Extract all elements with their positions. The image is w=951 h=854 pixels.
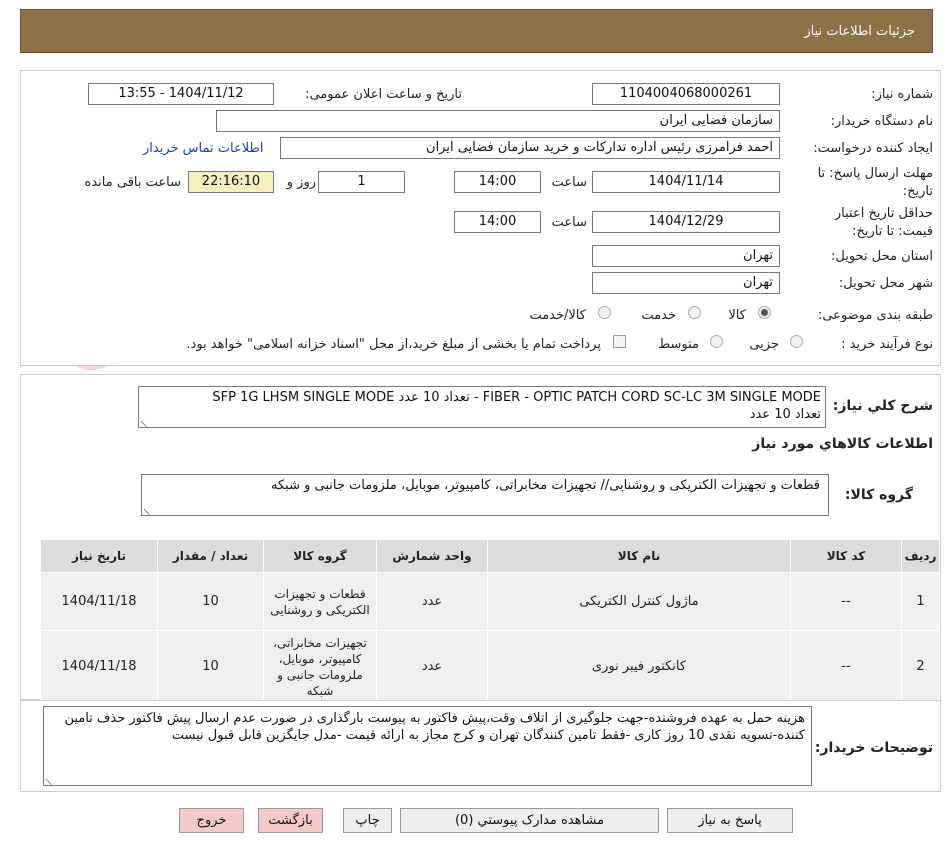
treasury-checkbox[interactable] bbox=[613, 335, 626, 348]
deadline-time-field: 14:00 bbox=[454, 171, 541, 193]
view-attachments-button[interactable]: مشاهده مدارک پیوستي (0) bbox=[400, 808, 659, 833]
table-row: 1 -- ماژول کنترل الکتریکی عدد قطعات و تج… bbox=[40, 572, 940, 631]
announce-field: 1404/11/12 - 13:55 bbox=[88, 83, 274, 105]
cell-row: 1 bbox=[901, 572, 940, 631]
col-row: رديف bbox=[901, 539, 940, 573]
process-medium-label: متوسط bbox=[658, 337, 699, 352]
cell-name: کانکتور فیبر نوری bbox=[487, 630, 791, 703]
process-partial-radio[interactable] bbox=[790, 335, 803, 348]
cell-unit: عدد bbox=[376, 572, 488, 631]
page-title: جزئیات اطلاعات نیاز bbox=[804, 24, 915, 39]
time-remaining-label: ساعت باقی مانده bbox=[84, 175, 181, 190]
need-number-field: 1104004068000261 bbox=[592, 83, 780, 105]
deadline-time-label: ساعت bbox=[551, 175, 587, 190]
cell-code: -- bbox=[790, 630, 902, 703]
back-button[interactable]: بازگشت bbox=[258, 808, 323, 833]
group-textarea[interactable]: قطعات و تجهیزات الکتریکی و روشنایی// تجه… bbox=[141, 474, 829, 516]
days-label: روز و bbox=[286, 175, 316, 190]
price-validity-date-field: 1404/12/29 bbox=[592, 211, 780, 233]
category-both-radio[interactable] bbox=[598, 306, 611, 319]
summary-textarea[interactable]: FIBER - OPTIC PATCH CORD SC-LC 3M SINGLE… bbox=[138, 386, 826, 428]
col-group: گروه کالا bbox=[263, 539, 377, 573]
summary-label: شرح کلي نياز: bbox=[832, 398, 933, 414]
buyer-org-label: نام دستگاه خریدار: bbox=[830, 114, 933, 129]
print-button[interactable]: چاپ bbox=[343, 808, 392, 833]
province-field: تهران bbox=[592, 245, 780, 267]
category-label: طبقه بندی موضوعی: bbox=[817, 308, 933, 323]
deadline-label-line2: تاریخ: bbox=[902, 184, 933, 199]
need-number-label: شماره نیاز: bbox=[871, 87, 933, 102]
buyer-notes-label: توضیحات خریدار: bbox=[814, 740, 933, 756]
col-unit: واحد شمارش bbox=[376, 539, 488, 573]
announce-label: تاریخ و ساعت اعلان عمومی: bbox=[305, 87, 462, 102]
buyer-notes-textarea[interactable]: هزینه حمل به عهده فروشنده-جهت جلوگیری از… bbox=[43, 706, 812, 786]
deadline-label-line1: مهلت ارسال پاسخ: تا bbox=[817, 166, 933, 181]
price-validity-label-line2: قیمت: تا تاریخ: bbox=[852, 224, 933, 239]
process-partial-label: جزیی bbox=[749, 337, 779, 352]
city-field: تهران bbox=[592, 272, 780, 294]
category-goods-radio[interactable] bbox=[758, 306, 771, 319]
page-header: جزئیات اطلاعات نیاز bbox=[20, 9, 933, 53]
buyer-org-field: سازمان فضایی ایران bbox=[216, 110, 780, 132]
buyer-notes-text: هزینه حمل به عهده فروشنده-جهت جلوگیری از… bbox=[64, 711, 805, 743]
time-remaining-field: 22:16:10 bbox=[188, 171, 274, 193]
price-validity-time-field: 14:00 bbox=[454, 211, 541, 233]
cell-name: ماژول کنترل الکتریکی bbox=[487, 572, 791, 631]
reply-button[interactable]: پاسخ به نیاز bbox=[667, 808, 793, 833]
requester-label: ایجاد کننده درخواست: bbox=[813, 141, 933, 156]
cell-row: 2 bbox=[901, 630, 940, 703]
city-label: شهر محل تحویل: bbox=[838, 276, 933, 291]
requester-field: احمد فرامرزی رئیس اداره تدارکات و خرید س… bbox=[280, 137, 780, 159]
price-validity-time-label: ساعت bbox=[551, 215, 587, 230]
col-date: تاریخ نیاز bbox=[40, 539, 158, 573]
cell-code: -- bbox=[790, 572, 902, 631]
price-validity-label-line1: حداقل تاریخ اعتبار bbox=[834, 206, 933, 221]
items-table: رديف کد کالا نام کالا واحد شمارش گروه کا… bbox=[40, 539, 940, 703]
resize-grip-icon[interactable] bbox=[45, 772, 58, 785]
deadline-date-field: 1404/11/14 bbox=[592, 171, 780, 193]
buyer-contact-link[interactable]: اطلاعات تماس خریدار bbox=[143, 141, 263, 156]
days-remaining-field: 1 bbox=[318, 171, 405, 193]
group-label: گروه کالا: bbox=[844, 487, 913, 503]
treasury-note: پرداخت تمام یا بخشی از مبلغ خرید،از محل … bbox=[186, 337, 601, 352]
summary-text-line2: تعداد 10 عدد bbox=[749, 407, 821, 422]
cell-qty: 10 bbox=[157, 630, 264, 703]
col-name: نام کالا bbox=[487, 539, 791, 573]
cell-date: 1404/11/18 bbox=[40, 572, 158, 631]
col-code: کد کالا bbox=[790, 539, 902, 573]
category-both-label: کالا/خدمت bbox=[529, 308, 586, 323]
group-text: قطعات و تجهیزات الکتریکی و روشنایی// تجه… bbox=[271, 478, 820, 493]
resize-grip-icon[interactable] bbox=[143, 502, 156, 515]
category-goods-label: کالا bbox=[728, 308, 746, 323]
summary-text-line1: FIBER - OPTIC PATCH CORD SC-LC 3M SINGLE… bbox=[212, 390, 821, 405]
cell-date: 1404/11/18 bbox=[40, 630, 158, 703]
items-heading: اطلاعات کالاهاي مورد نياز bbox=[752, 436, 933, 452]
exit-button[interactable]: خروج bbox=[179, 808, 244, 833]
category-service-label: خدمت bbox=[641, 308, 676, 323]
col-qty: تعداد / مقدار bbox=[157, 539, 264, 573]
table-row: 2 -- کانکتور فیبر نوری عدد تجهیزات مخابر… bbox=[40, 630, 940, 703]
cell-group: قطعات و تجهیزات الکتریکی و روشنایی bbox=[263, 572, 377, 631]
cell-group: تجهیزات مخابراتی، کامپیوتر، موبایل، ملزو… bbox=[263, 630, 377, 703]
category-service-radio[interactable] bbox=[688, 306, 701, 319]
table-header-row: رديف کد کالا نام کالا واحد شمارش گروه کا… bbox=[40, 539, 940, 573]
process-medium-radio[interactable] bbox=[710, 335, 723, 348]
cell-unit: عدد bbox=[376, 630, 488, 703]
province-label: استان محل تحویل: bbox=[831, 249, 933, 264]
cell-qty: 10 bbox=[157, 572, 264, 631]
process-label: نوع فرآیند خرید : bbox=[841, 337, 933, 352]
